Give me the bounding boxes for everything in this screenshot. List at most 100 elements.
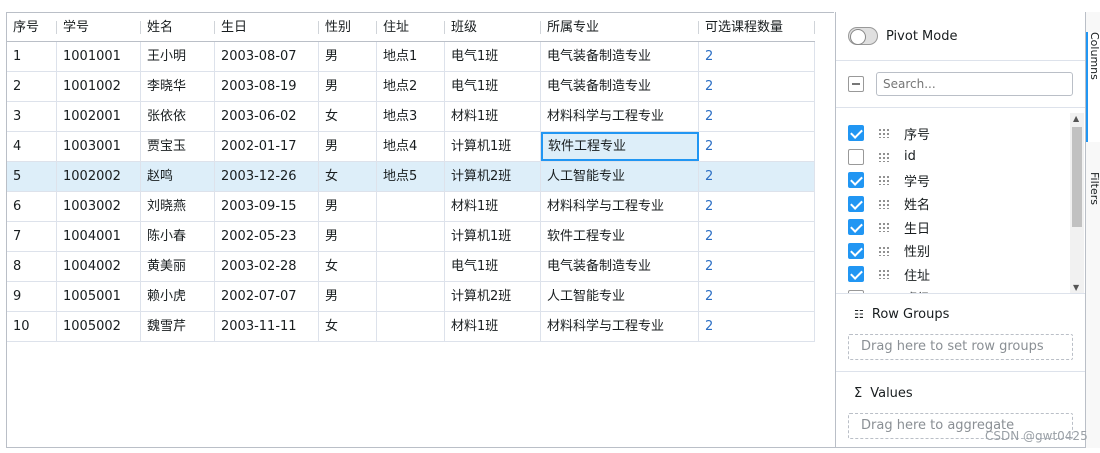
column-list-item[interactable]: 姓名 <box>848 192 930 216</box>
cell-gender[interactable]: 男 <box>319 42 377 71</box>
cell-seq[interactable]: 1 <box>7 42 57 71</box>
cell-name[interactable]: 魏雪芹 <box>141 312 215 341</box>
column-list-item[interactable]: 班级id <box>848 286 942 293</box>
cell-name[interactable]: 张依依 <box>141 102 215 131</box>
table-row[interactable]: 1 1001001 王小明 2003-08-07 男地点1 电气1班 电气装备制造专业 2 <box>7 42 815 72</box>
drag-handle-icon[interactable] <box>878 269 890 279</box>
drag-handle-icon[interactable] <box>878 128 890 138</box>
cell-student-id[interactable]: 1004002 <box>57 252 141 281</box>
cell-class[interactable]: 材料1班 <box>445 102 541 131</box>
cell-seq[interactable]: 5 <box>7 162 57 191</box>
cell-gender[interactable]: 男 <box>319 132 377 161</box>
cell-course-count[interactable]: 2 <box>699 252 815 281</box>
select-all-checkbox[interactable] <box>848 76 864 92</box>
column-resize-handle[interactable] <box>814 21 815 34</box>
cell-birthday[interactable]: 2003-06-02 <box>215 102 319 131</box>
cell-gender[interactable]: 女 <box>319 312 377 341</box>
cell-address[interactable] <box>377 312 445 341</box>
header-col-gender[interactable]: 性别 <box>319 13 377 41</box>
column-visibility-checkbox[interactable] <box>848 195 864 212</box>
columns-side-tab[interactable]: Columns <box>1086 32 1100 142</box>
cell-course-count[interactable]: 2 <box>699 162 815 191</box>
table-row[interactable]: 6 1003002 刘晓燕 2003-09-15 男 材料1班 材料科学与工程专业 2 <box>7 192 815 222</box>
cell-gender[interactable]: 男 <box>319 192 377 221</box>
cell-address[interactable] <box>377 252 445 281</box>
cell-student-id[interactable]: 1002001 <box>57 102 141 131</box>
cell-address[interactable] <box>377 282 445 311</box>
cell-major[interactable]: 材料科学与工程专业 <box>541 312 699 341</box>
cell-major[interactable]: 电气装备制造专业 <box>541 252 699 281</box>
header-col-address[interactable]: 住址 <box>377 13 445 41</box>
cell-major[interactable]: 材料科学与工程专业 <box>541 102 699 131</box>
drag-handle-icon[interactable] <box>878 245 890 256</box>
cell-address[interactable]: 地点3 <box>377 102 445 131</box>
cell-name[interactable]: 赵鸣 <box>141 162 215 191</box>
header-col-seq[interactable]: 序号 <box>7 13 57 41</box>
cell-course-count[interactable]: 2 <box>699 312 815 341</box>
pivot-mode-toggle[interactable]: Pivot Mode <box>848 26 957 46</box>
cell-gender[interactable]: 女 <box>319 252 377 281</box>
cell-course-count[interactable]: 2 <box>699 222 815 251</box>
cell-name[interactable]: 陈小春 <box>141 222 215 251</box>
cell-seq[interactable]: 4 <box>7 132 57 161</box>
cell-student-id[interactable]: 1004001 <box>57 222 141 251</box>
cell-course-count[interactable]: 2 <box>699 282 815 311</box>
cell-gender[interactable]: 男 <box>319 222 377 251</box>
column-search-input[interactable] <box>876 72 1073 96</box>
cell-student-id[interactable]: 1002002 <box>57 162 141 191</box>
cell-class[interactable]: 材料1班 <box>445 192 541 221</box>
header-col-course-count[interactable]: 可选课程数量 <box>699 13 815 41</box>
cell-major[interactable]: 人工智能专业 <box>541 162 699 191</box>
drag-handle-icon[interactable] <box>878 175 890 185</box>
cell-address[interactable]: 地点1 <box>377 42 445 71</box>
column-visibility-checkbox[interactable] <box>848 125 864 141</box>
cell-course-count[interactable]: 2 <box>699 102 815 131</box>
column-list-item[interactable]: 住址 <box>848 262 930 286</box>
column-list-item[interactable]: 生日 <box>848 215 930 239</box>
cell-gender[interactable]: 男 <box>319 282 377 311</box>
column-visibility-checkbox[interactable] <box>848 242 864 259</box>
cell-seq[interactable]: 10 <box>7 312 57 341</box>
cell-class[interactable]: 计算机1班 <box>445 222 541 251</box>
filters-side-tab[interactable]: Filters <box>1086 172 1100 232</box>
cell-student-id[interactable]: 1005001 <box>57 282 141 311</box>
drag-handle-icon[interactable] <box>878 151 890 162</box>
cell-birthday[interactable]: 2002-01-17 <box>215 132 319 161</box>
column-visibility-checkbox[interactable] <box>848 172 864 188</box>
cell-address[interactable]: 地点2 <box>377 72 445 101</box>
cell-seq[interactable]: 9 <box>7 282 57 311</box>
cell-course-count[interactable]: 2 <box>699 72 815 101</box>
cell-seq[interactable]: 6 <box>7 192 57 221</box>
cell-address[interactable]: 地点5 <box>377 162 445 191</box>
column-list-item[interactable]: 学号 <box>848 168 930 192</box>
cell-student-id[interactable]: 1001001 <box>57 42 141 71</box>
cell-birthday[interactable]: 2003-08-07 <box>215 42 319 71</box>
cell-birthday[interactable]: 2002-05-23 <box>215 222 319 251</box>
table-row[interactable]: 10 1005002 魏雪芹 2003-11-11 女 材料1班 材料科学与工程专业 2 <box>7 312 815 342</box>
table-row[interactable]: 9 1005001 赖小虎 2002-07-07 男 计算机2班 人工智能专业 2 <box>7 282 815 312</box>
cell-student-id[interactable]: 1003002 <box>57 192 141 221</box>
cell-major[interactable]: 材料科学与工程专业 <box>541 192 699 221</box>
cell-major[interactable]: 电气装备制造专业 <box>541 72 699 101</box>
cell-major[interactable]: 人工智能专业 <box>541 282 699 311</box>
cell-class[interactable]: 计算机1班 <box>445 132 541 161</box>
cell-seq[interactable]: 7 <box>7 222 57 251</box>
column-visibility-checkbox[interactable] <box>848 266 864 282</box>
drag-handle-icon[interactable] <box>878 198 890 209</box>
cell-course-count[interactable]: 2 <box>699 132 815 161</box>
cell-seq[interactable]: 8 <box>7 252 57 281</box>
cell-address[interactable] <box>377 192 445 221</box>
toggle-switch-icon[interactable] <box>848 27 878 45</box>
cell-class[interactable]: 计算机2班 <box>445 162 541 191</box>
row-groups-dropzone[interactable]: Drag here to set row groups <box>848 334 1073 360</box>
cell-name[interactable]: 刘晓燕 <box>141 192 215 221</box>
header-col-birthday[interactable]: 生日 <box>215 13 319 41</box>
column-visibility-checkbox[interactable] <box>848 219 864 235</box>
cell-name[interactable]: 贾宝玉 <box>141 132 215 161</box>
cell-seq[interactable]: 3 <box>7 102 57 131</box>
cell-gender[interactable]: 男 <box>319 72 377 101</box>
cell-birthday[interactable]: 2002-07-07 <box>215 282 319 311</box>
header-col-student-id[interactable]: 学号 <box>57 13 141 41</box>
cell-student-id[interactable]: 1005002 <box>57 312 141 341</box>
column-list-item[interactable]: 序号 <box>848 121 930 145</box>
